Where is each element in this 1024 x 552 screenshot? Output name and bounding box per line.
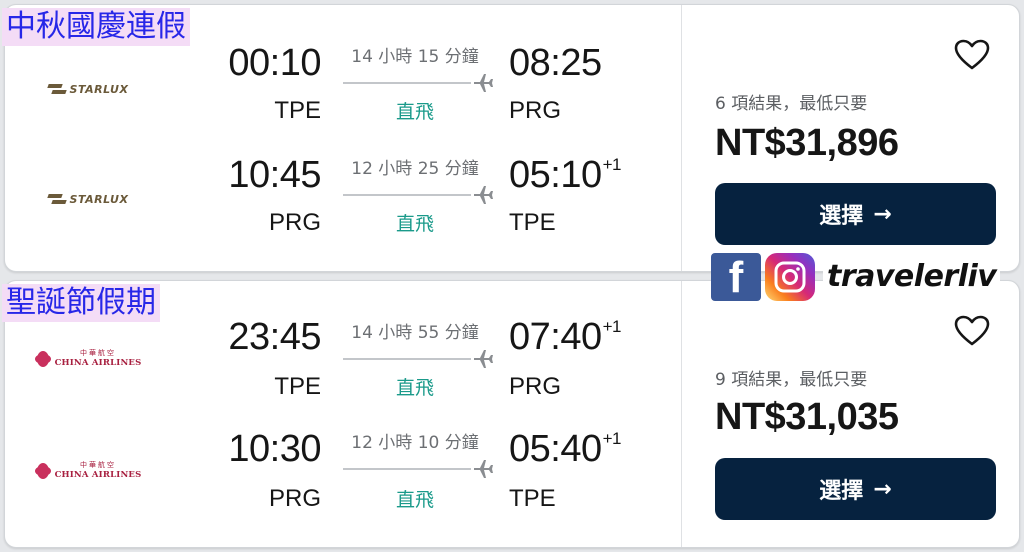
price: NT$31,035 (715, 396, 899, 438)
airline-name: STARLUX (69, 192, 129, 206)
departure-time: 10:45 (228, 154, 321, 196)
select-button-label: 選擇 (819, 204, 864, 229)
departure-airport: PRG (268, 485, 321, 512)
price: NT$31,896 (715, 122, 899, 164)
starlux-mark-icon (48, 192, 66, 206)
arrival-time: 08:25 (509, 42, 602, 84)
plane-icon (474, 460, 493, 478)
plane-icon (474, 350, 493, 368)
arrival-airport: TPE (509, 209, 556, 236)
departure-time: 23:45 (228, 316, 321, 358)
airline-name-cn: 中華航空 (80, 349, 116, 358)
facebook-icon: f (711, 253, 761, 301)
stops-label: 直飛 (395, 213, 434, 235)
departure-time: 00:10 (228, 42, 321, 84)
stops-label: 直飛 (395, 377, 434, 399)
card-divider (681, 5, 682, 271)
select-button[interactable]: 選擇 → (715, 458, 996, 520)
plane-icon (474, 186, 493, 204)
arrival-airport: TPE (509, 485, 556, 512)
arrival-time: 07:40+1 (509, 316, 622, 358)
select-button[interactable]: 選擇 → (715, 183, 996, 245)
flight-duration: 12 小時 10 分鐘 (351, 433, 479, 453)
flight-duration: 14 小時 55 分鐘 (351, 323, 479, 343)
social-watermark: f travelerliv (711, 253, 1001, 301)
plum-blossom-icon (34, 351, 51, 367)
instagram-icon (765, 253, 815, 301)
airline-name: CHINA AIRLINES (54, 358, 142, 369)
flight-leg-return: 中華航空 CHINA AIRLINES 10:30 PRG 12 小時 10 分… (5, 415, 681, 527)
departure-airport: TPE (274, 373, 321, 400)
flight-duration: 14 小時 15 分鐘 (351, 47, 479, 67)
plane-icon (474, 74, 493, 92)
arrow-right-icon: → (873, 476, 892, 502)
starlux-logo: STARLUX (33, 179, 143, 219)
day-offset: +1 (602, 317, 622, 336)
china-airlines-logo: 中華航空 CHINA AIRLINES (33, 339, 143, 379)
arrival-airport: PRG (509, 97, 562, 124)
departure-airport: PRG (268, 209, 321, 236)
arrow-right-icon: → (873, 201, 892, 227)
card-divider (681, 281, 682, 547)
route-line (343, 82, 471, 84)
result-count: 9 項結果，最低只要 (715, 370, 868, 390)
starlux-logo: STARLUX (33, 69, 143, 109)
holiday-tag: 中秋國慶連假 (2, 8, 190, 46)
holiday-tag: 聖誕節假期 (2, 284, 160, 322)
route-line (343, 194, 471, 196)
stops-label: 直飛 (395, 489, 434, 511)
departure-airport: TPE (274, 97, 321, 124)
stops-label: 直飛 (395, 101, 434, 123)
account-handle: travelerliv (823, 257, 1001, 297)
china-airlines-logo: 中華航空 CHINA AIRLINES (33, 451, 143, 491)
arrival-time: 05:40+1 (509, 428, 622, 470)
arrival-airport: PRG (509, 373, 562, 400)
result-count: 6 項結果，最低只要 (715, 94, 868, 114)
route-line (343, 358, 471, 360)
arrival-time: 05:10+1 (509, 154, 622, 196)
airline-name: STARLUX (69, 82, 129, 96)
select-button-label: 選擇 (819, 479, 864, 504)
route-line (343, 468, 471, 470)
airline-name-cn: 中華航空 (80, 461, 116, 470)
airline-name: CHINA AIRLINES (54, 470, 142, 481)
favorite-heart-icon[interactable] (953, 313, 991, 349)
plum-blossom-icon (34, 463, 51, 479)
day-offset: +1 (602, 155, 622, 174)
flight-leg-return: STARLUX 10:45 PRG 12 小時 25 分鐘 直飛 05:10+1… (5, 141, 681, 253)
starlux-mark-icon (48, 82, 66, 96)
day-offset: +1 (602, 429, 622, 448)
flight-duration: 12 小時 25 分鐘 (351, 159, 479, 179)
favorite-heart-icon[interactable] (953, 37, 991, 73)
departure-time: 10:30 (228, 428, 321, 470)
